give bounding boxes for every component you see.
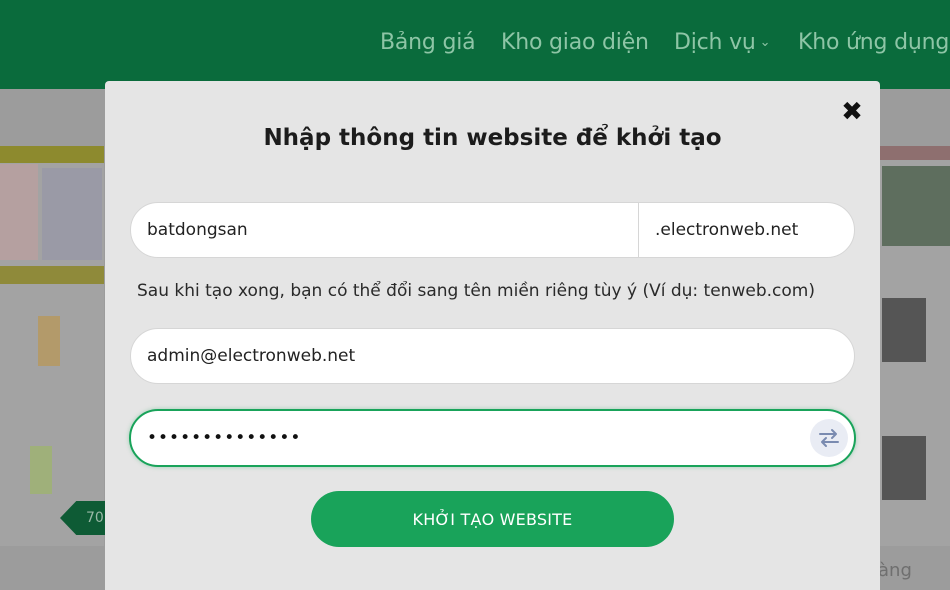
email-field[interactable] <box>130 328 855 384</box>
thumbnail-image <box>882 166 950 246</box>
modal-title: Nhập thông tin website để khởi tạo <box>263 125 722 151</box>
nav-item-services-label: Dịch vụ <box>674 30 756 55</box>
subdomain-input[interactable] <box>131 203 637 257</box>
site-header: Bảng giá Kho giao diện Dịch vụ ⌄ Kho ứng … <box>0 0 950 89</box>
template-thumbnail-right <box>880 146 950 546</box>
domain-hint: Sau khi tạo xong, bạn có thể đổi sang tê… <box>137 281 815 301</box>
thumbnail-image <box>0 164 38 260</box>
create-website-modal: ✖ Nhập thông tin website để khởi tạo .el… <box>105 81 880 590</box>
main-nav: Bảng giá Kho giao diện Dịch vụ ⌄ Kho ứng … <box>0 30 950 60</box>
product-image <box>882 298 926 362</box>
product-image <box>882 436 926 500</box>
thumbnail-banner <box>880 146 950 160</box>
nav-item-apps[interactable]: Kho ứng dụng <box>798 30 949 55</box>
nav-item-pricing[interactable]: Bảng giá <box>380 30 476 55</box>
password-field[interactable] <box>131 411 791 465</box>
product-image <box>30 446 52 494</box>
domain-suffix: .electronweb.net <box>638 203 854 257</box>
thumbnail-image <box>42 168 102 260</box>
create-website-button[interactable]: KHỞI TẠO WEBSITE <box>311 491 674 547</box>
chevron-down-icon: ⌄ <box>759 35 771 50</box>
template-thumbnail-left <box>0 146 104 546</box>
product-image <box>38 316 60 366</box>
thumbnail-banner <box>0 266 104 284</box>
password-field-group <box>129 409 856 467</box>
close-icon[interactable]: ✖ <box>839 99 865 125</box>
nav-item-themes[interactable]: Kho giao diện <box>501 30 649 55</box>
thumbnail-banner <box>0 146 104 163</box>
subdomain-field-group: .electronweb.net <box>130 202 855 258</box>
swap-arrows-icon[interactable] <box>810 419 848 457</box>
nav-item-services[interactable]: Dịch vụ ⌄ <box>674 30 771 55</box>
background-text: àng <box>878 560 912 581</box>
